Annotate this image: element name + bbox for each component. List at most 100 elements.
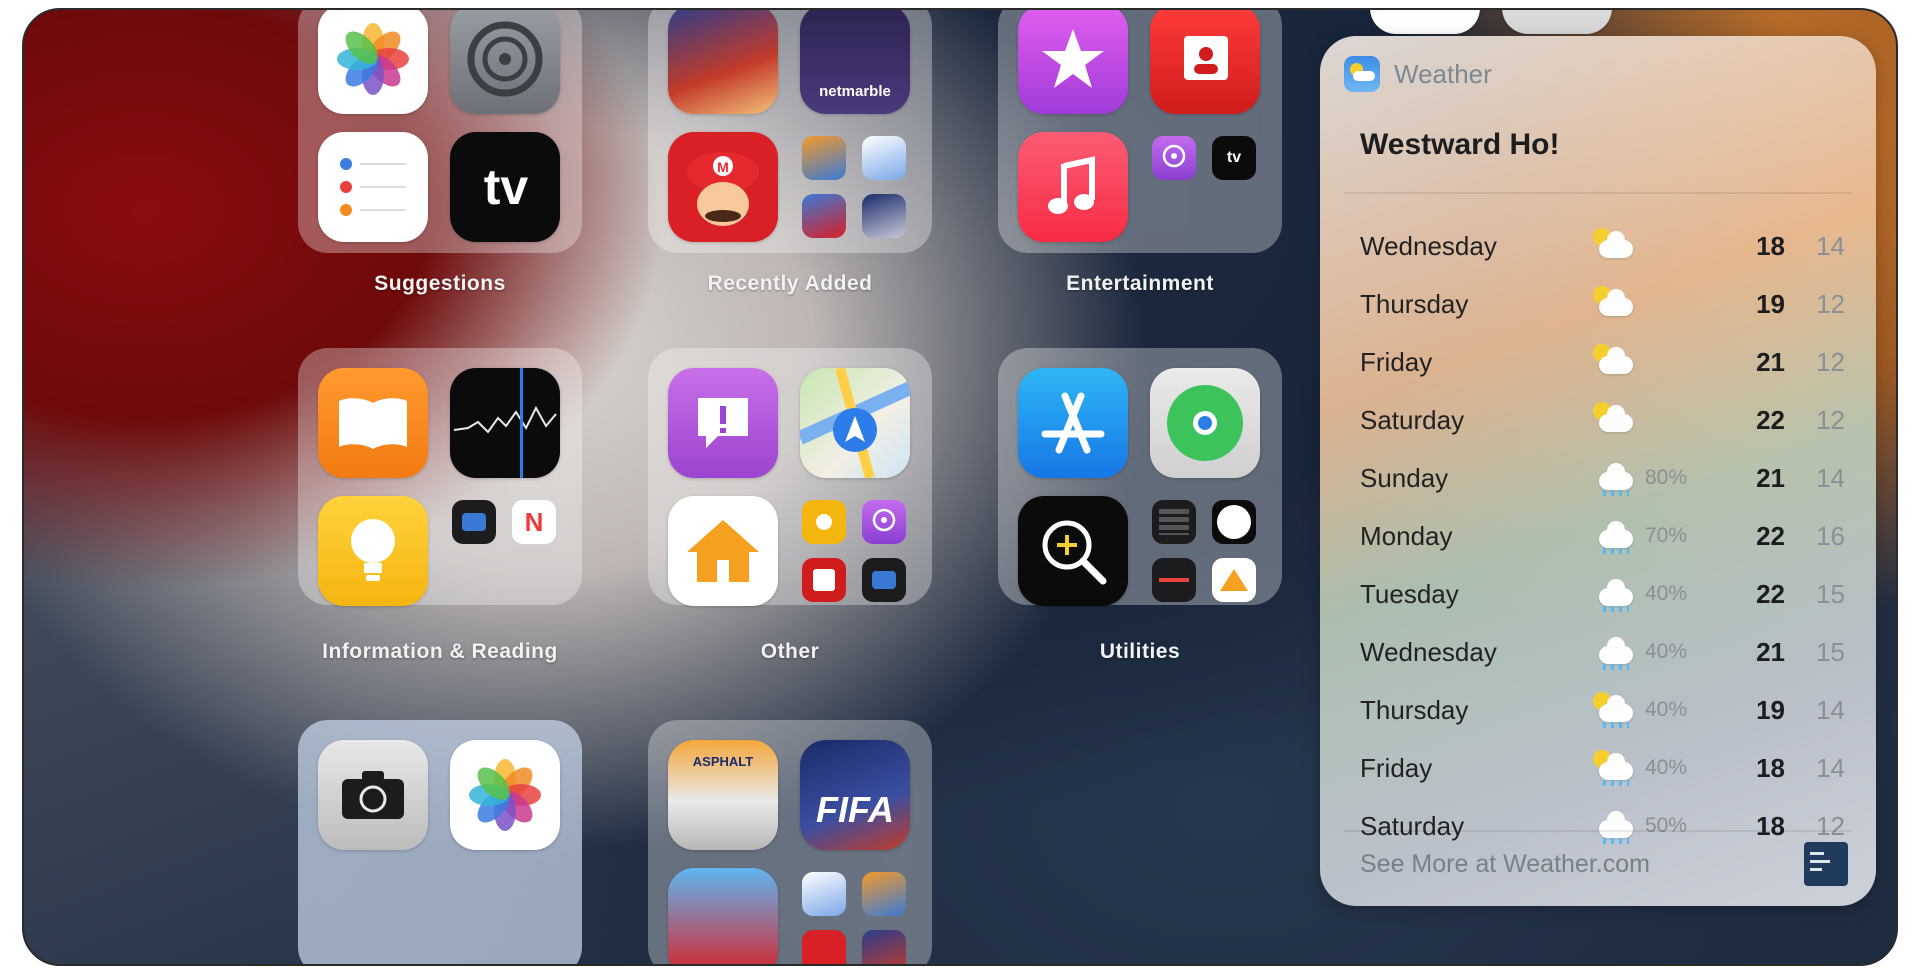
racing-game-mini-icon[interactable]	[802, 194, 846, 238]
low-temp: 14	[1816, 752, 1845, 783]
folder-games[interactable]: ASPHALT FIFA	[648, 720, 932, 964]
photo-booth-app-icon[interactable]	[1150, 10, 1260, 114]
high-temp: 22	[1756, 520, 1785, 551]
see-more-link[interactable]: See More at Weather.com	[1360, 850, 1650, 879]
precipitation-chance: 80%	[1645, 466, 1688, 489]
forecast-day: Saturday	[1360, 404, 1465, 435]
precipitation-chance: 40%	[1645, 582, 1688, 605]
high-temp: 19	[1756, 288, 1785, 319]
forecast-day: Friday	[1360, 752, 1433, 783]
high-temp: 21	[1756, 462, 1785, 493]
forecast-row: Friday 40% 18 14	[1360, 742, 1850, 794]
rain-icon	[1585, 458, 1645, 498]
apple-tv-app-icon[interactable]: tv	[450, 132, 560, 242]
forecast-row: Saturday 50% 18 12	[1360, 800, 1850, 852]
books-app-icon[interactable]	[318, 368, 428, 478]
measure-mini-icon[interactable]	[1152, 558, 1196, 602]
folder-label-recently-added: Recently Added	[707, 272, 873, 295]
precipitation-chance: 50%	[1645, 814, 1688, 837]
high-temp: 21	[1756, 636, 1785, 667]
photos-app-icon[interactable]	[318, 10, 428, 114]
maps-app-icon[interactable]	[800, 368, 910, 478]
folder-other[interactable]	[648, 348, 932, 606]
clock-mini-icon[interactable]	[1212, 500, 1256, 544]
partial-app-icon-2[interactable]	[1502, 10, 1612, 34]
folder-photo-video[interactable]	[298, 720, 582, 964]
sun-rain-icon	[1585, 748, 1645, 788]
low-temp: 15	[1816, 636, 1845, 667]
forecast-row: Friday 21 12	[1360, 336, 1850, 388]
low-temp: 14	[1816, 694, 1845, 725]
header-divider	[1344, 192, 1852, 194]
news-mini-icon[interactable]: N	[512, 500, 556, 544]
forecast-row: Thursday 40% 19 14	[1360, 684, 1850, 736]
calculator-mini-icon[interactable]	[1152, 500, 1196, 544]
news-label: N	[524, 506, 544, 537]
mario-mini-icon[interactable]	[802, 930, 846, 964]
folder-information-reading[interactable]: N	[298, 348, 582, 606]
forecast-day: Sunday	[1360, 462, 1449, 493]
mario-kart-game-icon[interactable]	[668, 868, 778, 964]
folder-label-suggestions: Suggestions	[374, 272, 506, 295]
tips-mini-icon[interactable]	[802, 500, 846, 544]
street-fighter-game-icon[interactable]	[668, 10, 778, 114]
forecast-day: Wednesday	[1360, 230, 1497, 261]
magnifier-app-icon[interactable]	[1018, 496, 1128, 606]
netmarble-game-icon[interactable]: netmarble	[800, 10, 910, 114]
app-store-icon[interactable]	[1018, 368, 1128, 478]
super-mario-run-icon[interactable]: M	[668, 132, 778, 242]
precipitation-chance: 40%	[1645, 640, 1688, 663]
olympics-game-mini-icon[interactable]	[862, 136, 906, 180]
low-temp: 14	[1816, 230, 1845, 261]
forecast-day: Wednesday	[1360, 636, 1497, 667]
home-app-icon[interactable]	[668, 496, 778, 606]
high-temp: 18	[1756, 752, 1785, 783]
fifa-mini-icon[interactable]	[862, 194, 906, 238]
fifa-game-icon[interactable]: FIFA	[800, 740, 910, 850]
partly-sunny-icon	[1585, 342, 1645, 382]
marvel-mini-icon[interactable]	[862, 930, 906, 964]
forecast-row: Wednesday 40% 21 15	[1360, 626, 1850, 678]
photos-app-icon-2[interactable]	[450, 740, 560, 850]
weather-widget[interactable]: Weather Westward Ho! Wednesday 18 14 Thursd…	[1320, 36, 1876, 906]
music-app-icon[interactable]	[1018, 132, 1128, 242]
translate-mini-icon[interactable]	[452, 500, 496, 544]
podcasts-mini-icon[interactable]	[1152, 136, 1196, 180]
footer-divider	[1344, 830, 1852, 832]
stocks-app-icon[interactable]	[450, 368, 560, 478]
home-mini-icon[interactable]	[1212, 558, 1256, 602]
asphalt-game-icon[interactable]: ASPHALT	[668, 740, 778, 850]
folder-label-other: Other	[760, 640, 820, 663]
asphalt-label: ASPHALT	[692, 754, 754, 769]
ipad-app-library-screen: tv Suggestions netmarble M Recently Adde…	[22, 8, 1898, 966]
forecast-row: Wednesday 18 14	[1360, 220, 1850, 272]
translate-mini-icon-2[interactable]	[862, 558, 906, 602]
svg-text:M: M	[717, 159, 729, 175]
high-temp: 21	[1756, 346, 1785, 377]
low-temp: 12	[1816, 288, 1845, 319]
podcasts-mini-icon-2[interactable]	[862, 500, 906, 544]
apple-tv-mini-icon[interactable]: tv	[1212, 136, 1256, 180]
reminders-app-icon[interactable]	[318, 132, 428, 242]
tv-label: tv	[483, 159, 529, 215]
find-my-app-icon[interactable]	[1150, 368, 1260, 478]
weather-channel-logo[interactable]	[1804, 842, 1848, 886]
crash-game-mini-icon[interactable]	[802, 136, 846, 180]
feedback-app-icon[interactable]	[668, 368, 778, 478]
photo-booth-mini-icon[interactable]	[802, 558, 846, 602]
high-temp: 18	[1756, 230, 1785, 261]
crash-mini-icon-2[interactable]	[862, 872, 906, 916]
folder-entertainment[interactable]: tv	[998, 10, 1282, 253]
folder-suggestions[interactable]: tv	[298, 10, 582, 253]
folder-recently-added[interactable]: netmarble M	[648, 10, 932, 253]
olympics-mini-icon-2[interactable]	[802, 872, 846, 916]
partly-sunny-icon	[1585, 226, 1645, 266]
high-temp: 22	[1756, 404, 1785, 435]
settings-app-icon[interactable]	[450, 10, 560, 114]
partial-app-icon-1[interactable]	[1370, 10, 1480, 34]
itunes-store-app-icon[interactable]	[1018, 10, 1128, 114]
folder-label-entertainment: Entertainment	[1066, 272, 1214, 295]
folder-utilities[interactable]	[998, 348, 1282, 606]
camera-app-icon[interactable]	[318, 740, 428, 850]
tips-app-icon[interactable]	[318, 496, 428, 606]
